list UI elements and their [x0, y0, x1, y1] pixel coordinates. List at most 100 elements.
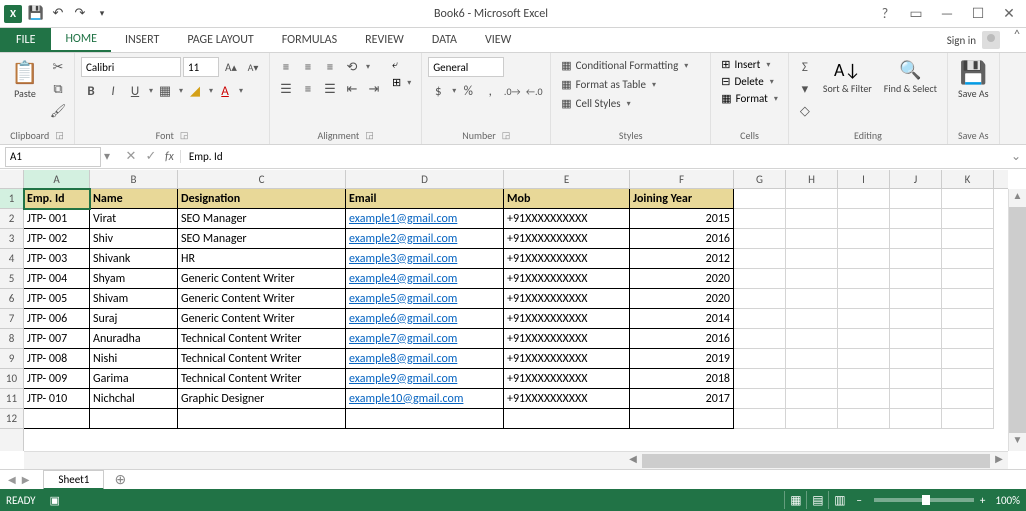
hscroll-thumb[interactable]: [642, 454, 990, 468]
cell[interactable]: SEO Manager: [178, 209, 346, 229]
align-top-icon[interactable]: ≡: [276, 57, 296, 77]
page-layout-view-icon[interactable]: ▤: [806, 491, 828, 509]
row-header-10[interactable]: 10: [0, 369, 23, 389]
cell[interactable]: example9@gmail.com: [346, 369, 504, 389]
cell[interactable]: example5@gmail.com: [346, 289, 504, 309]
cell[interactable]: +91XXXXXXXXXX: [504, 349, 630, 369]
cell[interactable]: [838, 229, 890, 249]
cell[interactable]: [942, 249, 994, 269]
column-header-K[interactable]: K: [942, 170, 994, 188]
clear-icon[interactable]: ◇: [795, 101, 815, 121]
cell[interactable]: +91XXXXXXXXXX: [504, 329, 630, 349]
font-name-input[interactable]: [81, 57, 181, 77]
cell[interactable]: [786, 189, 838, 209]
row-header-3[interactable]: 3: [0, 229, 23, 249]
column-header-B[interactable]: B: [90, 170, 178, 188]
cell[interactable]: example10@gmail.com: [346, 389, 504, 409]
cell[interactable]: [942, 329, 994, 349]
fx-icon[interactable]: fx: [165, 150, 174, 164]
cell[interactable]: [786, 389, 838, 409]
cell[interactable]: example8@gmail.com: [346, 349, 504, 369]
cell[interactable]: Garima: [90, 369, 178, 389]
cell[interactable]: [890, 349, 942, 369]
cell[interactable]: Shyam: [90, 269, 178, 289]
cell[interactable]: example7@gmail.com: [346, 329, 504, 349]
row-header-12[interactable]: 12: [0, 409, 23, 429]
currency-icon[interactable]: $: [428, 81, 448, 101]
cell[interactable]: JTP- 003: [24, 249, 90, 269]
borders-icon[interactable]: ▦: [155, 81, 175, 101]
cell[interactable]: [786, 329, 838, 349]
cell[interactable]: [890, 369, 942, 389]
orientation-icon[interactable]: ⟲: [342, 57, 362, 77]
conditional-formatting-button[interactable]: ▦ Conditional Formatting ▾: [557, 57, 692, 74]
tab-review[interactable]: REVIEW: [351, 28, 418, 52]
cell[interactable]: +91XXXXXXXXXX: [504, 369, 630, 389]
column-header-G[interactable]: G: [734, 170, 786, 188]
align-left-icon[interactable]: ☰: [276, 79, 296, 99]
cell-styles-button[interactable]: ▦ Cell Styles ▾: [557, 95, 634, 112]
cell[interactable]: [734, 209, 786, 229]
cell[interactable]: [786, 289, 838, 309]
cell[interactable]: Email: [346, 189, 504, 209]
find-select-button[interactable]: 🔍 Find & Select: [880, 57, 941, 96]
cell[interactable]: [890, 329, 942, 349]
cell[interactable]: JTP- 002: [24, 229, 90, 249]
cell[interactable]: Name: [90, 189, 178, 209]
column-header-C[interactable]: C: [178, 170, 346, 188]
cell[interactable]: +91XXXXXXXXXX: [504, 389, 630, 409]
cell[interactable]: [890, 189, 942, 209]
tab-view[interactable]: VIEW: [471, 28, 525, 52]
italic-button[interactable]: I: [103, 81, 123, 101]
cell[interactable]: [838, 209, 890, 229]
cell[interactable]: [786, 249, 838, 269]
zoom-in-button[interactable]: +: [980, 494, 985, 507]
scroll-up-icon[interactable]: ▲: [1009, 189, 1026, 207]
cell[interactable]: [786, 349, 838, 369]
wrap-text-button[interactable]: ⤶: [388, 57, 415, 73]
increase-indent-icon[interactable]: ⇥: [364, 79, 384, 99]
cell[interactable]: +91XXXXXXXXXX: [504, 229, 630, 249]
cell[interactable]: [786, 229, 838, 249]
number-format-select[interactable]: [428, 57, 504, 77]
font-dialog-launcher[interactable]: ◲: [180, 130, 189, 141]
column-header-J[interactable]: J: [890, 170, 942, 188]
cell[interactable]: [734, 289, 786, 309]
cell[interactable]: [346, 409, 504, 429]
cell[interactable]: [838, 329, 890, 349]
underline-button[interactable]: U: [125, 81, 145, 101]
cell[interactable]: Generic Content Writer: [178, 289, 346, 309]
sign-in[interactable]: Sign in: [939, 28, 1008, 52]
column-header-D[interactable]: D: [346, 170, 504, 188]
row-header-5[interactable]: 5: [0, 269, 23, 289]
macro-record-icon[interactable]: ▣: [50, 494, 60, 507]
cell[interactable]: [786, 209, 838, 229]
name-box[interactable]: [5, 147, 101, 167]
cell[interactable]: [890, 409, 942, 429]
format-cells-button[interactable]: ▦ Format ▾: [717, 91, 782, 106]
cell[interactable]: [942, 229, 994, 249]
scroll-down-icon[interactable]: ▼: [1009, 433, 1026, 451]
cell[interactable]: example3@gmail.com: [346, 249, 504, 269]
ribbon-options-button[interactable]: ▭: [901, 3, 931, 25]
currency-menu[interactable]: ▾: [452, 86, 456, 96]
vertical-scrollbar[interactable]: ▲ ▼: [1008, 189, 1026, 451]
tab-data[interactable]: DATA: [418, 28, 471, 52]
cell[interactable]: Virat: [90, 209, 178, 229]
clipboard-dialog-launcher[interactable]: ◲: [55, 130, 64, 141]
minimize-button[interactable]: —: [932, 3, 962, 25]
cell[interactable]: [734, 189, 786, 209]
align-center-icon[interactable]: ≡: [298, 79, 318, 99]
cell[interactable]: Generic Content Writer: [178, 269, 346, 289]
normal-view-icon[interactable]: ▦: [784, 491, 806, 509]
add-sheet-button[interactable]: ⊕: [110, 470, 130, 490]
cell[interactable]: 2016: [630, 329, 734, 349]
cell[interactable]: [734, 369, 786, 389]
page-break-view-icon[interactable]: ▥: [828, 491, 850, 509]
cell[interactable]: Generic Content Writer: [178, 309, 346, 329]
cell[interactable]: +91XXXXXXXXXX: [504, 249, 630, 269]
cell[interactable]: Graphic Designer: [178, 389, 346, 409]
cell[interactable]: Designation: [178, 189, 346, 209]
cell[interactable]: 2020: [630, 269, 734, 289]
file-tab[interactable]: FILE: [0, 28, 51, 52]
